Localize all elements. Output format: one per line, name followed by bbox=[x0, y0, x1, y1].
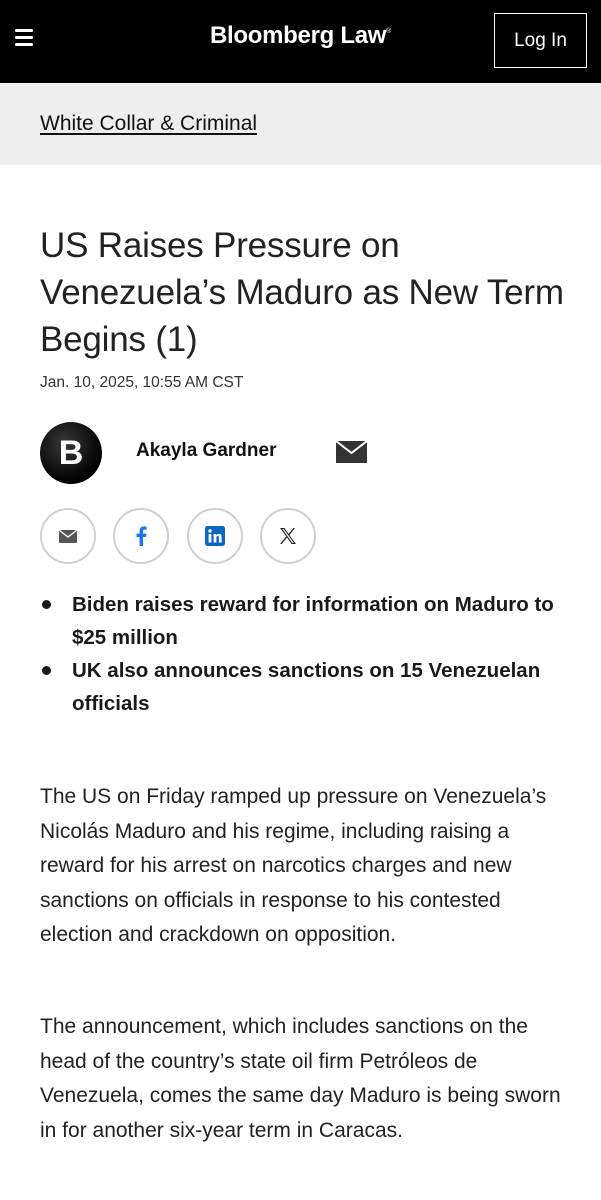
article-date: Jan. 10, 2025, 10:55 AM CST bbox=[40, 374, 244, 391]
logo-registered-mark: ® bbox=[386, 28, 391, 35]
x-icon bbox=[280, 528, 296, 544]
section-band: White Collar & Criminal bbox=[0, 83, 601, 165]
login-button[interactable]: Log In bbox=[494, 13, 587, 68]
key-point-item: Biden raises reward for information on M… bbox=[40, 588, 560, 654]
linkedin-icon bbox=[205, 526, 225, 546]
facebook-icon bbox=[136, 526, 147, 546]
author-email-icon[interactable] bbox=[336, 441, 367, 463]
key-point-item: UK also announces sanctions on 15 Venezu… bbox=[40, 654, 560, 720]
key-points-list: Biden raises reward for information on M… bbox=[40, 588, 560, 720]
share-facebook-button[interactable] bbox=[113, 508, 169, 564]
top-nav-bar: Bloomberg Law® Log In bbox=[0, 0, 601, 83]
share-linkedin-button[interactable] bbox=[187, 508, 243, 564]
logo-text: Bloomberg Law bbox=[210, 22, 387, 49]
share-x-button[interactable] bbox=[260, 508, 316, 564]
share-email-button[interactable] bbox=[40, 508, 96, 564]
author-name[interactable]: Akayla Gardner bbox=[136, 440, 276, 462]
email-icon bbox=[59, 529, 77, 543]
article-paragraph: The announcement, which includes sanctio… bbox=[40, 1015, 561, 1142]
section-link-white-collar[interactable]: White Collar & Criminal bbox=[40, 112, 257, 136]
article-paragraph: The US on Friday ramped up pressure on V… bbox=[40, 785, 547, 946]
article-headline: US Raises Pressure on Venezuela’s Maduro… bbox=[40, 226, 564, 359]
author-avatar[interactable]: B bbox=[40, 422, 102, 484]
